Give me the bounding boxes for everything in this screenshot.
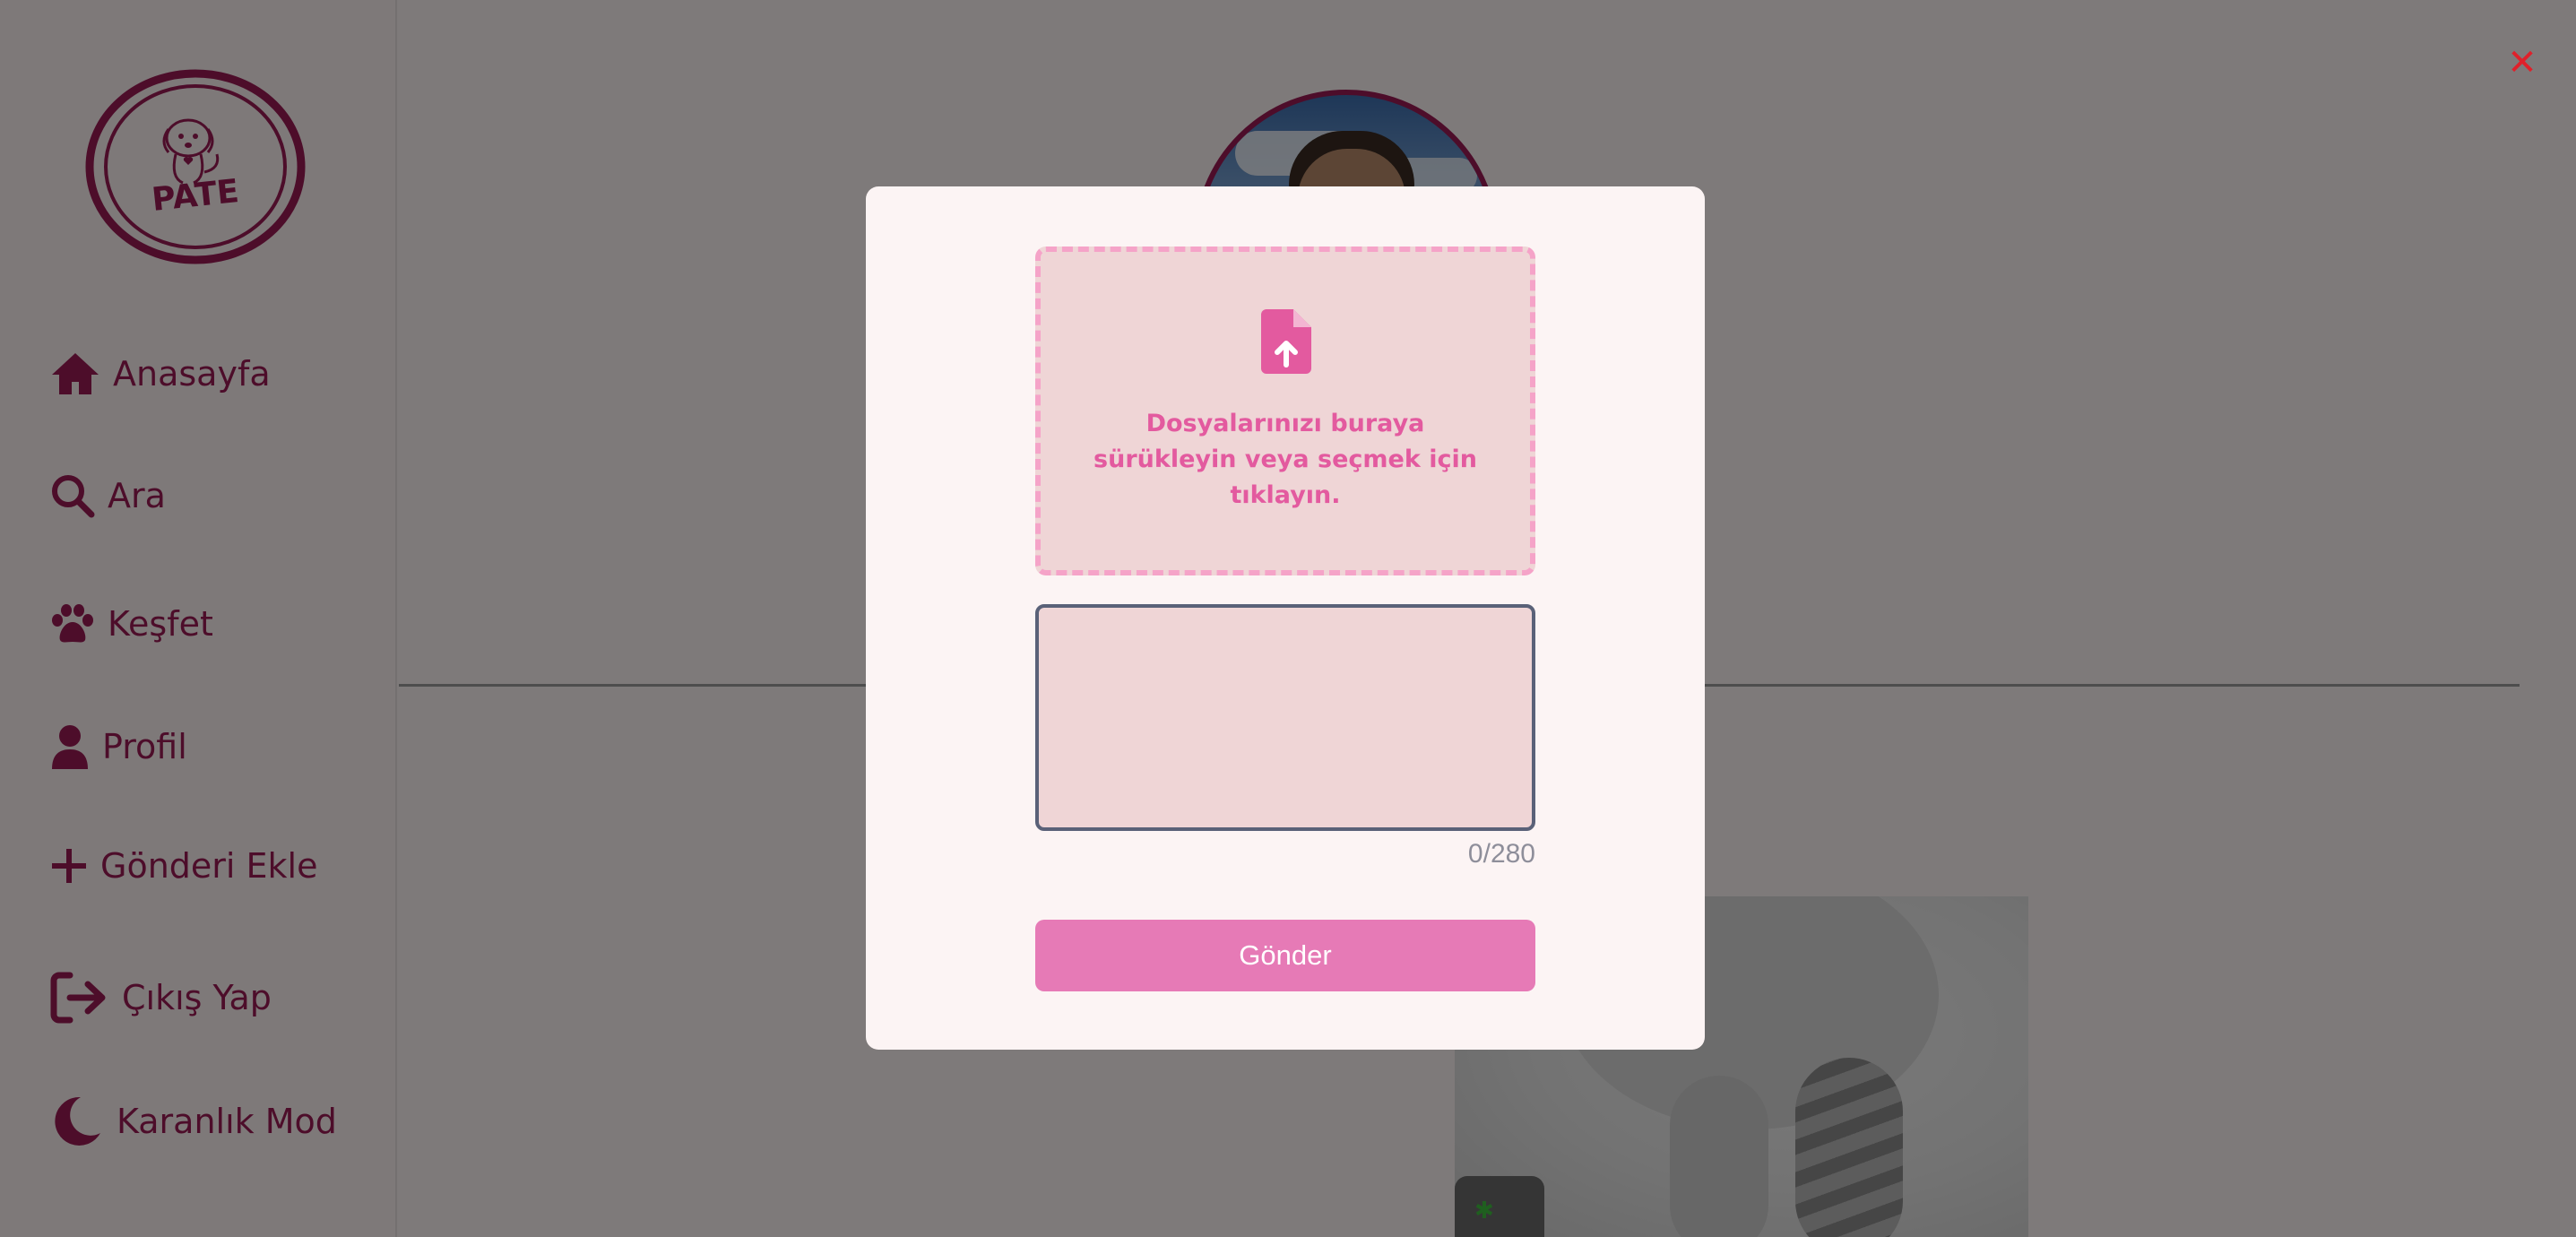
close-modal-button[interactable]: ✕ [2506, 45, 2538, 81]
file-dropzone[interactable]: Dosyalarınızı buraya sürükleyin veya seç… [1035, 247, 1535, 575]
file-upload-icon [1261, 309, 1311, 377]
character-counter: 0/280 [1467, 839, 1535, 869]
post-text-input[interactable] [1035, 604, 1535, 831]
dropzone-instructions: Dosyalarınızı buraya sürükleyin veya seç… [1094, 410, 1477, 509]
send-button[interactable]: Gönder [1035, 920, 1535, 991]
new-post-modal: Dosyalarınızı buraya sürükleyin veya seç… [866, 186, 1705, 1050]
